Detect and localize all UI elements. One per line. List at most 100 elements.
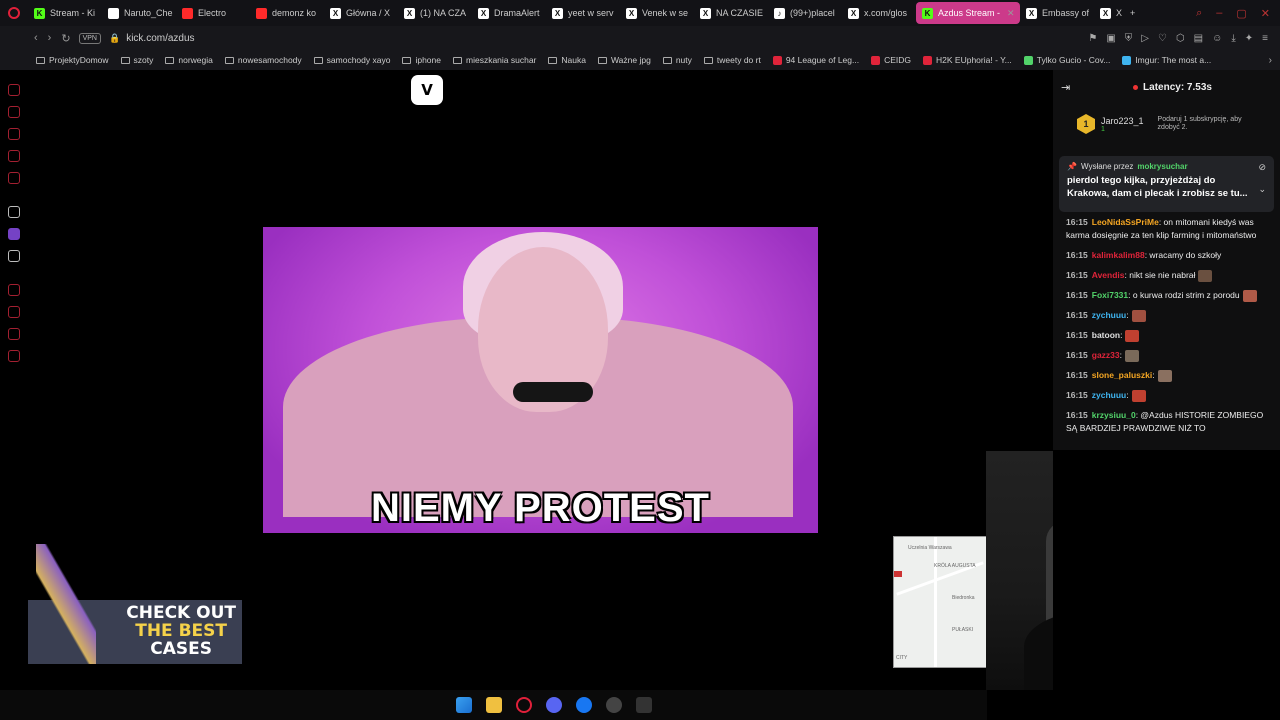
bookmark-item[interactable]: Nauka (548, 55, 586, 65)
message-username[interactable]: zychuuu (1092, 390, 1126, 400)
player-icon[interactable]: ▷ (1141, 33, 1149, 44)
tab[interactable]: Electro (176, 2, 250, 24)
extensions-sidebar-icon[interactable] (8, 328, 20, 340)
tab[interactable]: X (1) NA CZA (398, 2, 472, 24)
clock-icon[interactable] (8, 306, 20, 318)
back-icon[interactable]: ‹ (34, 32, 38, 44)
menu-icon[interactable]: ≡ (1262, 33, 1268, 44)
steam-icon[interactable] (605, 697, 622, 713)
maximize-icon[interactable]: ▢ (1236, 7, 1246, 20)
new-tab-icon[interactable]: + (1124, 2, 1141, 24)
tab[interactable]: X Embassy of (1020, 2, 1094, 24)
message-username[interactable]: kalimkalim88 (1092, 250, 1145, 260)
opera-taskbar-icon[interactable] (515, 697, 532, 713)
bookmark-item[interactable]: norwegia (165, 55, 213, 65)
twitch-icon[interactable] (8, 228, 20, 240)
chat-message[interactable]: 16:15 gazz33: (1066, 349, 1274, 362)
tab[interactable]: Xyeet w serv (546, 2, 620, 24)
chat-message[interactable]: 16:15 zychuuu: (1066, 309, 1274, 322)
vpn-badge[interactable]: VPN (78, 32, 101, 44)
snapshot-icon[interactable]: ▣ (1106, 33, 1115, 44)
bookmark-item[interactable]: nowesamochody (224, 55, 302, 65)
tab[interactable]: ♪ (99+)placel (768, 2, 842, 24)
bookmark-item[interactable]: nuty (662, 55, 692, 65)
url-field[interactable]: kick.com/azdus (126, 33, 194, 44)
tab[interactable]: X DramaAlert (472, 2, 546, 24)
tab[interactable]: Xx.com/glos (842, 2, 916, 24)
tab[interactable]: demonz ko (250, 2, 324, 24)
message-username[interactable]: Avendis (1092, 270, 1125, 280)
unpin-icon[interactable]: ⊘ (1258, 162, 1266, 173)
message-username[interactable]: Foxi7331 (1092, 290, 1128, 300)
chat-message[interactable]: 16:15 kalimkalim88: wracamy do szkoły (1066, 249, 1274, 262)
tab[interactable]: X Główna / X (324, 2, 398, 24)
bookmark-item[interactable]: Imgur: The most a... (1122, 55, 1211, 65)
opera-menu-icon[interactable] (0, 0, 28, 26)
tab[interactable]: K Stream - Ki (28, 2, 102, 24)
minimize-icon[interactable]: – (1216, 7, 1222, 20)
bookmark-item[interactable]: Ważne jpg (597, 55, 651, 65)
chat-message[interactable]: 16:15 LeoNidaSsPriMe: on mitomani kiedyś … (1066, 216, 1274, 242)
message-username[interactable]: krzysiuu_0 (1092, 410, 1136, 420)
pinboard-icon[interactable] (8, 284, 20, 296)
close-window-icon[interactable]: ✕ (1261, 7, 1270, 20)
file-explorer-icon[interactable] (485, 697, 502, 713)
tab[interactable]: X Venek w se (620, 2, 694, 24)
message-username[interactable]: LeoNidaSsPriMe (1092, 217, 1159, 227)
chat-message[interactable]: 16:15 slone_paluszki: (1066, 369, 1274, 382)
bookmark-item[interactable]: 94 League of Leg... (772, 55, 859, 65)
settings-icon[interactable] (8, 350, 20, 362)
stream-player[interactable]: V NIEMY PROTEST CHECK OUT THE BEST CASES… (28, 70, 1053, 690)
tab[interactable]: Naruto_Che (102, 2, 176, 24)
extensions-icon[interactable]: ⬡ (1176, 33, 1185, 44)
chat-message[interactable]: 16:15 zychuuu: (1066, 389, 1274, 402)
bookmark-item[interactable]: ProjektyDomow (36, 55, 109, 65)
history-icon[interactable] (8, 106, 20, 118)
message-username[interactable]: zychuuu (1092, 310, 1126, 320)
heart-icon[interactable]: ♡ (1158, 33, 1167, 44)
bookmark-item[interactable]: H2K EUphoria! - Y... (923, 55, 1012, 65)
pinned-author[interactable]: mokrysuchar (1137, 162, 1187, 171)
chat-message[interactable]: 16:15 batoon: (1066, 329, 1274, 342)
search-tabs-icon[interactable]: ⌕ (1196, 7, 1202, 20)
shield-icon[interactable]: ⛨ (1125, 33, 1133, 44)
chat-message[interactable]: 16:15 Avendis: nikt sie nie nabrał (1066, 269, 1274, 282)
bookmark-item[interactable]: tweety do rt (703, 55, 761, 65)
bookmarks-overflow-icon[interactable]: › (1269, 55, 1272, 66)
reload-icon[interactable]: ↻ (61, 32, 70, 45)
account-icon[interactable]: ☺ (1212, 33, 1222, 44)
ai-icon[interactable]: ✦ (1245, 33, 1253, 44)
x-icon[interactable] (8, 250, 20, 262)
download-icon[interactable]: ⤓ (1231, 33, 1235, 44)
message-username[interactable]: gazz33 (1092, 350, 1120, 360)
bookmark-item[interactable]: Tylko Gucio - Cov... (1023, 55, 1110, 65)
bookmark-item[interactable]: mieszkania suchar (453, 55, 536, 65)
bookmark-item[interactable]: CEIDG (871, 55, 911, 65)
windows-start-icon[interactable] (455, 697, 472, 713)
bookmark-icon[interactable]: ⚑ (1088, 33, 1097, 44)
discord-icon[interactable] (545, 697, 562, 713)
lock-icon[interactable]: 🔒 (109, 33, 120, 44)
messages-icon[interactable] (8, 150, 20, 162)
bookmark-item[interactable]: szoty (120, 55, 153, 65)
forward-icon[interactable]: › (48, 32, 52, 44)
chat-message[interactable]: 16:15 Foxi7331: o kurwa rodzi strim z por… (1066, 289, 1274, 302)
case-promo-banner[interactable]: CHECK OUT THE BEST CASES (28, 544, 242, 664)
collapse-chat-icon[interactable]: ⇥ (1061, 81, 1073, 94)
message-username[interactable]: slone_paluszki (1092, 370, 1152, 380)
terminal-icon[interactable] (635, 697, 652, 713)
bookmark-item[interactable]: iphone (402, 55, 441, 65)
bookmark-item[interactable]: samochody xayo (313, 55, 390, 65)
sub-leaderboard[interactable]: 1 Jaro223_1 1 Podaruj 1 subskrypcję, aby… (1053, 104, 1280, 144)
expand-chevron-icon[interactable]: ⌄ (1258, 184, 1266, 195)
tab[interactable]: K Azdus Stream - ✕ (916, 2, 1020, 24)
aria-icon[interactable] (8, 172, 20, 184)
chat-message[interactable]: 16:15 krzysiuu_0: @Azdus HISTORIE ZOMBIEG… (1066, 409, 1274, 435)
chatgpt-icon[interactable] (8, 206, 20, 218)
tab-close-icon[interactable]: ✕ (1007, 8, 1015, 19)
pinned-message[interactable]: 📌 Wysłane przez mokrysuchar pierdol tego… (1059, 156, 1274, 212)
tab[interactable]: XX (1094, 2, 1124, 24)
facebook-icon[interactable] (575, 697, 592, 713)
wallet-icon[interactable]: ▤ (1194, 33, 1203, 44)
message-username[interactable]: batoon (1092, 330, 1120, 340)
